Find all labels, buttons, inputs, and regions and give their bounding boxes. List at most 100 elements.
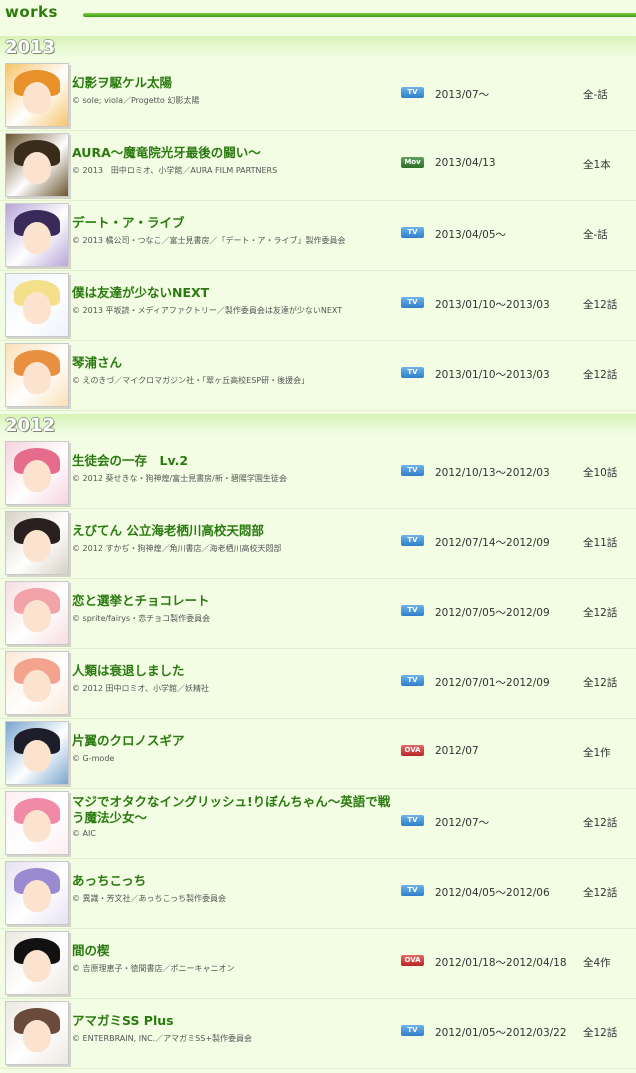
work-title-link[interactable]: デート・ア・ライブ: [72, 215, 397, 231]
broadcast-date: 2013/04/13: [435, 157, 496, 169]
work-item[interactable]: 琴浦さん © えのきづ／マイクロマガジン社・「翠ヶ丘高校ESP研・後援会」 TV 20…: [0, 341, 636, 411]
work-copyright: © sole; viola／Progetto 幻影太陽: [72, 96, 200, 105]
work-thumbnail[interactable]: [5, 343, 69, 407]
episode-count: 全-話: [583, 229, 608, 241]
work-thumbnail[interactable]: [5, 791, 69, 855]
media-type-badge: OVA: [401, 955, 424, 966]
work-title-link[interactable]: 間の楔: [72, 943, 397, 959]
work-title-link[interactable]: マジでオタクなイングリッシュ!りぼんちゃん〜英語で戦う魔法少女〜: [72, 794, 397, 826]
work-thumbnail[interactable]: [5, 203, 69, 267]
work-title-link[interactable]: アマガミSS Plus: [72, 1013, 397, 1029]
work-thumbnail[interactable]: [5, 273, 69, 337]
episode-count: 全12話: [583, 1027, 618, 1039]
work-item[interactable]: あっちこっち © 異識・芳文社／あっちこっち製作委員会 TV 2012/04/05〜2…: [0, 859, 636, 929]
media-type-badge: OVA: [401, 745, 424, 756]
work-title-link[interactable]: 片翼のクロノスギア: [72, 733, 397, 749]
work-title-link[interactable]: えびてん 公立海老栖川高校天悶部: [72, 523, 397, 539]
work-title-link[interactable]: 琴浦さん: [72, 355, 397, 371]
media-type-badge: TV: [401, 605, 424, 616]
broadcast-date: 2012/10/13〜2012/03: [435, 467, 550, 479]
work-copyright: © 吉原理恵子・徳間書店／ポニーキャニオン: [72, 964, 235, 973]
work-copyright: © ENTERBRAIN, INC.／アマガミSS+製作委員会: [72, 1034, 253, 1043]
broadcast-date: 2013/01/10〜2013/03: [435, 369, 550, 381]
work-thumbnail[interactable]: [5, 1001, 69, 1065]
media-type-badge: TV: [401, 1025, 424, 1036]
work-item[interactable]: デート・ア・ライブ © 2013 橘公司・つなこ／富士見書房／「デート・ア・ライブ…: [0, 201, 636, 271]
episode-count: 全12話: [583, 677, 618, 689]
work-copyright: © AIC: [72, 829, 96, 838]
work-title-link[interactable]: 生徒会の一存 Lv.2: [72, 453, 397, 469]
thumbnail-face: [23, 530, 51, 562]
media-type-badge: TV: [401, 227, 424, 238]
media-type-badge: TV: [401, 675, 424, 686]
work-thumbnail[interactable]: [5, 651, 69, 715]
work-item[interactable]: マジでオタクなイングリッシュ!りぼんちゃん〜英語で戦う魔法少女〜 © AIC TV 2…: [0, 789, 636, 859]
work-item[interactable]: 片翼のクロノスギア © G-mode OVA 2012/07 全1作: [0, 719, 636, 789]
work-copyright: © 2012 すかぢ・狗神煌／角川書店／海老栖川高校天悶部: [72, 544, 282, 553]
work-title-link[interactable]: 僕は友達が少ないNEXT: [72, 285, 397, 301]
work-item[interactable]: 恋と選挙とチョコレート © sprite/fairys・恋チョコ製作委員会 TV 20…: [0, 579, 636, 649]
broadcast-date: 2012/01/18〜2012/04/18: [435, 957, 567, 969]
episode-count: 全12話: [583, 887, 618, 899]
work-item[interactable]: 幻影ヲ駆ケル太陽 © sole; viola／Progetto 幻影太陽 TV 201…: [0, 61, 636, 131]
broadcast-date: 2012/07: [435, 745, 479, 757]
episode-count: 全1本: [583, 159, 611, 171]
broadcast-date: 2012/07/05〜2012/09: [435, 607, 550, 619]
media-type-badge: Mov: [401, 157, 424, 168]
thumbnail-face: [23, 362, 51, 394]
work-thumbnail[interactable]: [5, 63, 69, 127]
broadcast-date: 2012/07/14〜2012/09: [435, 537, 550, 549]
thumbnail-face: [23, 950, 51, 982]
thumbnail-face: [23, 600, 51, 632]
work-title-link[interactable]: 人類は衰退しました: [72, 663, 397, 679]
work-title-link[interactable]: あっちこっち: [72, 873, 397, 889]
episode-count: 全-話: [583, 89, 608, 101]
thumbnail-face: [23, 82, 51, 114]
work-thumbnail[interactable]: [5, 441, 69, 505]
broadcast-date: 2012/01/05〜2012/03/22: [435, 1027, 567, 1039]
episode-count: 全12話: [583, 817, 618, 829]
thumbnail-face: [23, 740, 51, 772]
work-thumbnail[interactable]: [5, 581, 69, 645]
work-item[interactable]: 生徒会の一存 Lv.2 © 2012 葵せきな・狗神煌/富士見書房/新・碧陽学園生…: [0, 439, 636, 509]
works-header: works: [0, 0, 636, 28]
work-copyright: © 2013 田中ロミオ、小学館／AURA FILM PARTNERS: [72, 166, 278, 175]
work-title-link[interactable]: AURA〜魔竜院光牙最後の闘い〜: [72, 145, 397, 161]
work-copyright: © 2013 平坂読・メディアファクトリー／製作委員会は友達が少ないNEXT: [72, 306, 343, 315]
work-copyright: © 2012 田中ロミオ、小学館／妖精社: [72, 684, 209, 693]
work-thumbnail[interactable]: [5, 861, 69, 925]
work-thumbnail[interactable]: [5, 511, 69, 575]
media-type-badge: TV: [401, 815, 424, 826]
works-logo: works: [5, 3, 58, 21]
work-title-link[interactable]: 恋と選挙とチョコレート: [72, 593, 397, 609]
work-copyright: © えのきづ／マイクロマガジン社・「翠ヶ丘高校ESP研・後援会」: [72, 376, 310, 385]
episode-count: 全11話: [583, 537, 618, 549]
episode-count: 全12話: [583, 299, 618, 311]
broadcast-date: 2012/07/01〜2012/09: [435, 677, 550, 689]
thumbnail-face: [23, 670, 51, 702]
work-item[interactable]: えびてん 公立海老栖川高校天悶部 © 2012 すかぢ・狗神煌／角川書店／海老栖川…: [0, 509, 636, 579]
episode-count: 全1作: [583, 747, 611, 759]
broadcast-date: 2013/04/05〜: [435, 229, 507, 241]
media-type-badge: TV: [401, 535, 424, 546]
work-item[interactable]: アマガミSS Plus © ENTERBRAIN, INC.／アマガミSS+製作委…: [0, 999, 636, 1069]
work-item[interactable]: AURA〜魔竜院光牙最後の闘い〜 © 2013 田中ロミオ、小学館／AURA FI…: [0, 131, 636, 201]
thumbnail-face: [23, 292, 51, 324]
work-copyright: © 2012 葵せきな・狗神煌/富士見書房/新・碧陽学園生徒会: [72, 474, 287, 483]
work-copyright: © 2013 橘公司・つなこ／富士見書房／「デート・ア・ライブ」製作委員会: [72, 236, 346, 245]
work-item[interactable]: 僕は友達が少ないNEXT © 2013 平坂読・メディアファクトリー／製作委員会は…: [0, 271, 636, 341]
work-item[interactable]: 人類は衰退しました © 2012 田中ロミオ、小学館／妖精社 TV 2012/07/0…: [0, 649, 636, 719]
thumbnail-face: [23, 1020, 51, 1052]
work-thumbnail[interactable]: [5, 931, 69, 995]
work-item[interactable]: 間の楔 © 吉原理恵子・徳間書店／ポニーキャニオン OVA 2012/01/18〜20…: [0, 929, 636, 999]
work-title-link[interactable]: 幻影ヲ駆ケル太陽: [72, 75, 397, 91]
thumbnail-face: [23, 880, 51, 912]
broadcast-date: 2012/04/05〜2012/06: [435, 887, 550, 899]
media-type-badge: TV: [401, 297, 424, 308]
work-thumbnail[interactable]: [5, 721, 69, 785]
broadcast-date: 2012/07〜: [435, 817, 490, 829]
media-type-badge: TV: [401, 367, 424, 378]
work-thumbnail[interactable]: [5, 133, 69, 197]
media-type-badge: TV: [401, 885, 424, 896]
row-divider: [0, 1068, 636, 1069]
